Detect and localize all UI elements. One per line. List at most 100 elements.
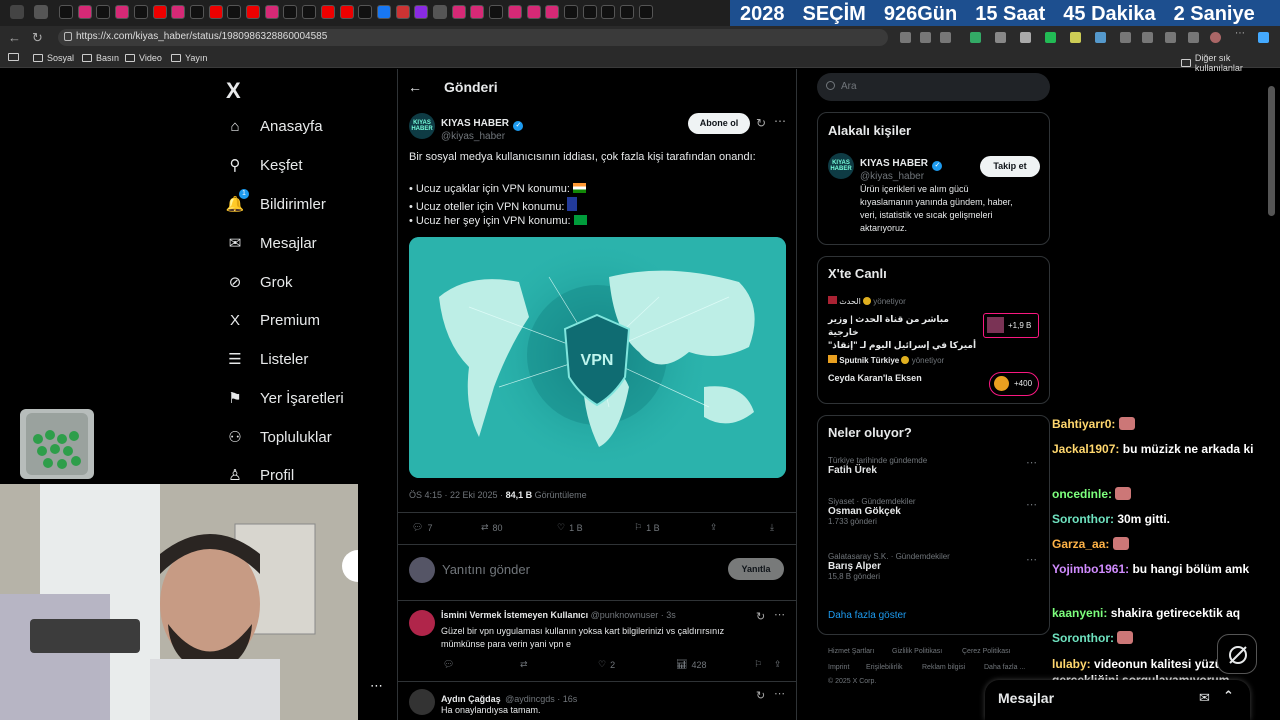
bookmark-icon[interactable]: ⚐	[754, 659, 762, 670]
chat-username[interactable]: Yojimbo1961:	[1052, 562, 1132, 576]
nav-item-yer-i̇şaretleri[interactable]: ⚑ Yer İşaretleri	[226, 389, 343, 408]
chat-username[interactable]: Bahtiyarr0:	[1052, 417, 1119, 431]
reply-action[interactable]: 💬︎ 7	[412, 522, 432, 533]
chat-username[interactable]: Jackal1907:	[1052, 442, 1123, 456]
browser-tab-favicon-icon[interactable]	[339, 5, 354, 19]
browser-tab-favicon-icon[interactable]	[414, 5, 429, 19]
share-icon[interactable]: ⇪	[710, 522, 718, 533]
refresh-icon[interactable]: ↻	[32, 30, 43, 46]
browser-tab-favicon-icon[interactable]	[358, 5, 373, 19]
browser-tab-favicon-icon[interactable]	[563, 5, 578, 19]
show-more-link[interactable]: Daha fazla göster	[828, 610, 906, 621]
nav-item-topluluklar[interactable]: ⚇ Topluluklar	[226, 428, 331, 447]
grok-explain-icon[interactable]: ↻	[756, 610, 765, 623]
more-options-icon[interactable]: ⋯	[370, 678, 383, 694]
favorite-star-icon[interactable]	[940, 32, 951, 43]
back-arrow-icon[interactable]: ←	[8, 30, 21, 45]
browser-tab-favicon-icon[interactable]	[582, 5, 597, 19]
messages-drawer[interactable]: Mesajlar ✉ ⌃	[985, 680, 1250, 720]
nav-item-bildirimler[interactable]: 🔔 1 Bildirimler	[226, 189, 326, 213]
more-icon[interactable]: ⋯	[1235, 28, 1246, 39]
heart-icon[interactable]	[1165, 32, 1176, 43]
repost-icon[interactable]: ⇄	[520, 659, 528, 670]
nav-item-grok[interactable]: ⊘ Grok	[226, 273, 293, 292]
browser-tab-favicon-icon[interactable]	[283, 5, 298, 19]
browser-tab-favicon-icon[interactable]	[302, 5, 317, 19]
back-arrow-icon[interactable]: ←	[408, 79, 422, 95]
new-message-icon[interactable]: ✉	[1199, 690, 1210, 706]
avatar[interactable]: KIYAS HABER	[828, 153, 854, 179]
more-options-icon[interactable]: ⋯	[1026, 498, 1037, 511]
browser-tab-favicon-icon[interactable]	[59, 5, 73, 19]
nav-item-keşfet[interactable]: ⚲ Keşfet	[226, 156, 303, 175]
browser-tab-favicon-icon[interactable]	[246, 5, 260, 19]
chat-username[interactable]: kaanyeni:	[1052, 606, 1111, 620]
browser-tab-favicon-icon[interactable]	[227, 5, 242, 19]
browser-tab-favicon-icon[interactable]	[470, 5, 485, 19]
extension-icon[interactable]	[995, 32, 1006, 43]
grok-explain-icon[interactable]: ↻	[756, 689, 765, 702]
tab-actions-icon[interactable]	[34, 5, 48, 19]
bookmark-folder-video[interactable]: Video	[125, 53, 162, 63]
trend-item[interactable]: Türkiye tarihinde gündemde Fatih Ürek	[828, 456, 927, 476]
more-options-icon[interactable]: ⋯	[774, 114, 786, 128]
more-options-icon[interactable]: ⋯	[1026, 456, 1037, 469]
nav-item-profil[interactable]: ♙ Profil	[226, 466, 294, 485]
scrollbar[interactable]	[1268, 86, 1275, 216]
like-action[interactable]: ♡ 2	[598, 659, 615, 670]
browser-tab-favicon-icon[interactable]	[507, 5, 522, 19]
views-action[interactable]: 📊︎ 428	[676, 659, 706, 670]
search-input[interactable]: Ara	[817, 73, 1050, 101]
favorites-icon[interactable]	[1120, 32, 1131, 43]
avatar[interactable]	[1210, 32, 1221, 43]
browser-tab-favicon-icon[interactable]	[601, 5, 616, 19]
avatar[interactable]	[409, 689, 435, 715]
reply-input[interactable]: Yanıtını gönder	[442, 562, 530, 577]
browser-tab-favicon-icon[interactable]	[638, 5, 653, 19]
browser-tab-favicon-icon[interactable]	[526, 5, 541, 19]
footer-link[interactable]: Gizlilik Politikası	[892, 648, 942, 655]
browser-tab-favicon-icon[interactable]	[77, 5, 92, 19]
related-person-info[interactable]: KIYAS HABER ✓ @kiyas_haber	[860, 153, 943, 182]
browser-tab-favicon-icon[interactable]	[115, 5, 130, 19]
browser-tab-favicon-icon[interactable]	[433, 5, 447, 19]
reply-icon[interactable]: 💬︎	[443, 659, 454, 670]
live-host[interactable]: الحدث yönetiyor	[828, 296, 906, 306]
chat-username[interactable]: Soronthor:	[1052, 512, 1117, 526]
nav-item-listeler[interactable]: ☰ Listeler	[226, 350, 308, 369]
more-options-icon[interactable]: ⋯	[1026, 553, 1037, 566]
bookmark-folder-yayin[interactable]: Yayın	[171, 53, 207, 63]
browser-tab-favicon-icon[interactable]	[171, 5, 186, 19]
chat-username[interactable]: Garza_aa:	[1052, 537, 1113, 551]
avatar[interactable]: KIYAS HABER	[409, 113, 435, 139]
live-host[interactable]: Sputnik Türkiye yönetiyor	[828, 355, 944, 365]
extension-icon[interactable]	[970, 32, 981, 43]
footer-link[interactable]: Erişilebilirlik	[866, 664, 903, 671]
download-icon[interactable]: ⤓	[770, 522, 774, 533]
nav-item-mesajlar[interactable]: ✉ Mesajlar	[226, 234, 317, 253]
author-info[interactable]: KIYAS HABER ✓ @kiyas_haber	[441, 113, 524, 142]
workspaces-icon[interactable]	[10, 5, 24, 19]
browser-tab-favicon-icon[interactable]	[96, 5, 111, 19]
extension-icon[interactable]	[1070, 32, 1081, 43]
nav-item-anasayfa[interactable]: ⌂ Anasayfa	[226, 117, 322, 135]
post-image[interactable]: VPN	[409, 237, 786, 478]
extension-icon[interactable]	[1095, 32, 1106, 43]
x-logo[interactable]: X	[226, 78, 241, 104]
footer-link[interactable]: Hizmet Şartları	[828, 648, 874, 655]
browser-tab-favicon-icon[interactable]	[152, 5, 167, 19]
follow-button[interactable]: Takip et	[980, 156, 1040, 177]
bookmark-folder-sosyal[interactable]: Sosyal	[33, 53, 74, 63]
footer-link[interactable]: Daha fazla ...	[984, 664, 1025, 671]
reply-button[interactable]: Yanıtla	[728, 558, 784, 580]
footer-link[interactable]: Çerez Politikası	[962, 648, 1011, 655]
footer-link[interactable]: Imprint	[828, 664, 849, 671]
subscribe-button[interactable]: Abone ol	[688, 113, 750, 134]
shield-icon[interactable]	[1188, 32, 1199, 43]
like-action[interactable]: ♡ 1 B	[557, 522, 583, 533]
reading-list-icon[interactable]	[8, 53, 19, 61]
browser-tab-favicon-icon[interactable]	[133, 5, 148, 19]
browser-tab-favicon-icon[interactable]	[320, 5, 335, 19]
reply-author-name[interactable]: Aydın Çağdaş	[441, 694, 501, 704]
nav-item-premium[interactable]: X Premium	[226, 311, 320, 329]
